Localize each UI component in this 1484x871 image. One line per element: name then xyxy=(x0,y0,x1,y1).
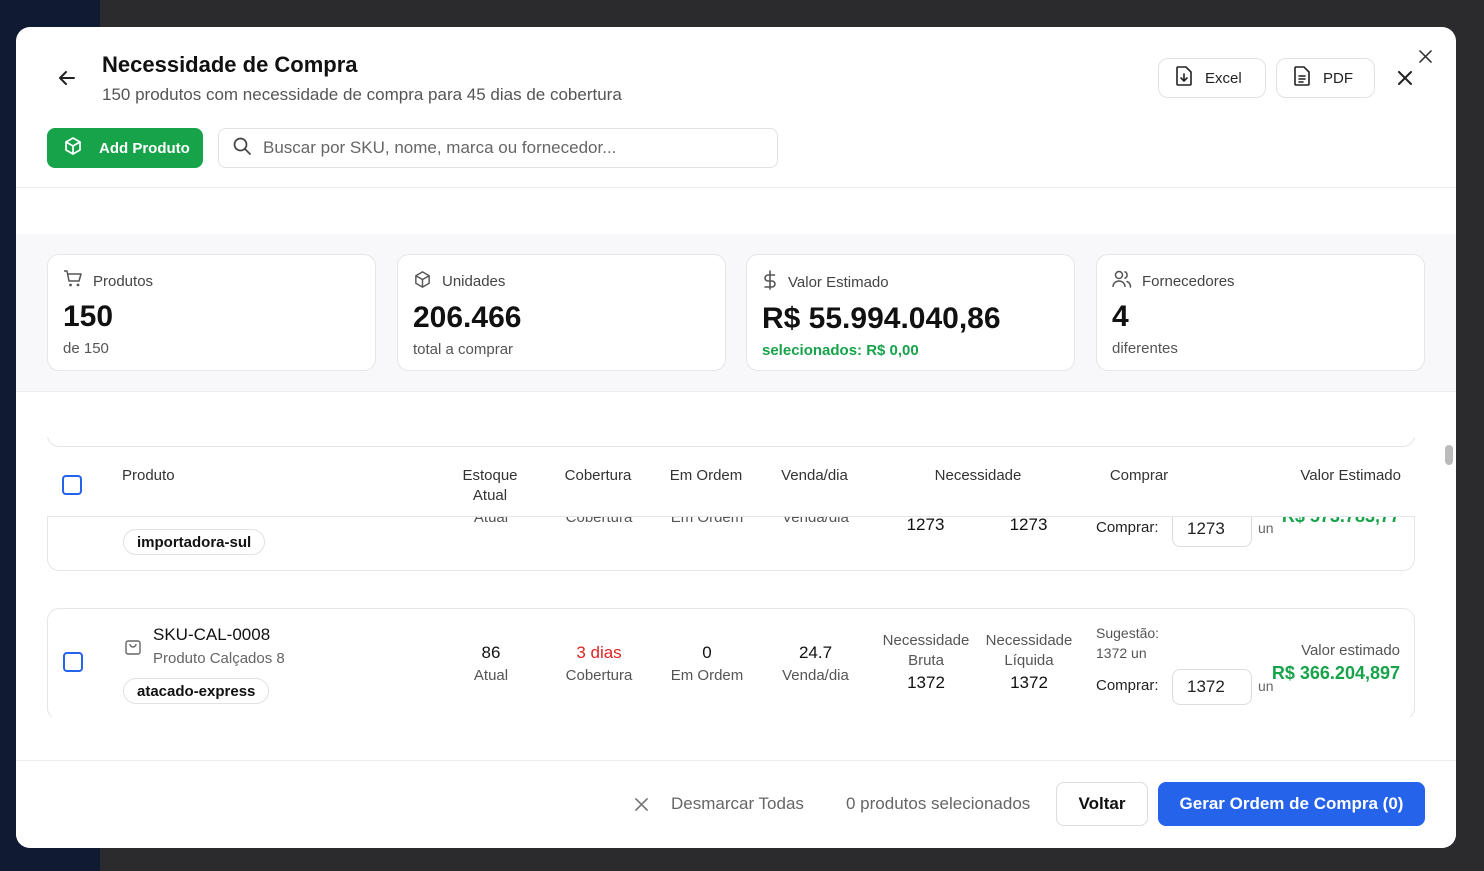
users-icon xyxy=(1112,270,1132,292)
suggestion-value: 1372 un xyxy=(1096,645,1147,661)
dollar-icon xyxy=(762,270,778,294)
export-pdf-button[interactable]: PDF xyxy=(1276,58,1375,98)
stat-sub-selected: selecionados: R$ 0,00 xyxy=(762,342,919,359)
search-input[interactable] xyxy=(263,138,743,158)
header-on-order: Em Ordem xyxy=(669,467,743,484)
header-coverage: Cobertura xyxy=(564,467,632,484)
clear-selection-icon[interactable] xyxy=(633,796,649,812)
clear-all-button[interactable]: Desmarcar Todas xyxy=(671,794,804,814)
page-title: Necessidade de Compra xyxy=(102,52,358,77)
header-stock: Estoque xyxy=(462,467,518,484)
select-all-checkbox[interactable] xyxy=(62,475,82,495)
unit-label: un xyxy=(1258,520,1274,536)
close-icon[interactable] xyxy=(1394,67,1416,89)
add-product-label: Add Produto xyxy=(99,139,190,157)
back-arrow-icon[interactable] xyxy=(54,65,80,91)
product-sku: SKU-CAL-0008 xyxy=(153,625,271,644)
stat-label: Produtos xyxy=(93,272,154,290)
table-row xyxy=(47,437,1415,447)
scrollbar-thumb[interactable] xyxy=(1445,445,1453,465)
package-icon xyxy=(63,136,83,160)
stat-label: Unidades xyxy=(442,273,506,290)
product-name: Produto Calçados 8 xyxy=(153,650,285,667)
pdf-label: PDF xyxy=(1323,69,1353,87)
stat-sub: diferentes xyxy=(1112,340,1178,357)
net-need-value: 1273 xyxy=(1009,515,1048,534)
box-icon xyxy=(413,270,432,293)
page-subtitle: 150 produtos com necessidade de compra p… xyxy=(102,85,622,104)
supplier-tag: importadora-sul xyxy=(123,529,266,555)
divider xyxy=(16,187,1456,188)
suggestion-label: Sugestão: xyxy=(1096,625,1160,641)
stat-value: 206.466 xyxy=(413,301,522,334)
sales-per-day-value: 24.7 xyxy=(798,643,833,662)
header-product: Produto xyxy=(122,467,175,484)
header-buy: Comprar xyxy=(1109,467,1169,484)
row-checkbox[interactable] xyxy=(63,652,83,672)
header-stock-2: Atual xyxy=(472,487,508,504)
purchase-need-modal: Necessidade de Compra 150 produtos com n… xyxy=(16,27,1456,848)
gross-need-value: 1372 xyxy=(907,673,945,692)
stat-label: Valor Estimado xyxy=(788,273,889,291)
net-need-label: Necessidade xyxy=(985,632,1073,649)
stat-value: 150 xyxy=(63,300,114,333)
table-scrollbar[interactable] xyxy=(1444,437,1454,717)
generate-purchase-order-button[interactable]: Gerar Ordem de Compra (0) xyxy=(1158,782,1425,826)
cart-icon xyxy=(63,270,83,292)
export-excel-button[interactable]: Excel xyxy=(1158,58,1266,98)
back-button[interactable]: Voltar xyxy=(1056,782,1148,826)
stock-value: 86 xyxy=(481,643,501,662)
coverage-label: Cobertura xyxy=(565,667,633,684)
search-box[interactable] xyxy=(218,128,778,168)
stat-card-estimated-value: Valor Estimado R$ 55.994.040,86 selecion… xyxy=(746,254,1075,371)
stat-sub: de 150 xyxy=(63,340,109,357)
stat-sub: total a comprar xyxy=(413,341,514,358)
table-header: Produto Estoque Atual Cobertura Em Ordem… xyxy=(47,447,1415,517)
stat-card-suppliers: Fornecedores 4 diferentes xyxy=(1096,254,1425,371)
stock-label: Atual xyxy=(473,667,509,684)
net-need-label-2: Líquida xyxy=(1004,652,1054,669)
file-download-icon xyxy=(1175,66,1193,90)
gross-need-value: 1273 xyxy=(906,515,945,534)
shopping-bag-icon xyxy=(123,636,143,661)
header-estimated-value: Valor Estimado xyxy=(1300,467,1401,484)
products-table[interactable]: importadora-sul Atual Cobertura Em Ordem… xyxy=(47,437,1415,717)
stat-label: Fornecedores xyxy=(1142,272,1235,290)
stat-value: R$ 55.994.040,86 xyxy=(762,302,1001,335)
supplier-tag: atacado-express xyxy=(123,678,270,704)
excel-label: Excel xyxy=(1205,69,1242,87)
gross-need-label-2: Bruta xyxy=(908,652,944,669)
coverage-value: 3 dias xyxy=(576,643,622,662)
header-need: Necessidade xyxy=(934,467,1022,484)
on-order-value: 0 xyxy=(702,643,712,662)
on-order-label: Em Ordem xyxy=(670,667,744,684)
stat-card-units: Unidades 206.466 total a comprar xyxy=(397,254,726,371)
gross-need-label: Necessidade xyxy=(882,632,970,649)
file-text-icon xyxy=(1293,66,1311,90)
estimated-value: R$ 366.204,897 xyxy=(1271,663,1400,683)
add-product-button[interactable]: Add Produto xyxy=(47,128,203,168)
selected-count: 0 produtos selecionados xyxy=(846,794,1031,813)
estimated-value-label: Valor estimado xyxy=(1301,642,1400,659)
header-sales-per-day: Venda/dia xyxy=(781,467,848,484)
buy-label: Comprar: xyxy=(1096,519,1159,536)
table-row[interactable]: SKU-CAL-0008 Produto Calçados 8 atacado-… xyxy=(47,608,1415,717)
stat-card-products: Produtos 150 de 150 xyxy=(47,254,376,371)
sales-per-day-label: Venda/dia xyxy=(782,667,849,684)
search-icon xyxy=(233,137,251,160)
net-need-value: 1372 xyxy=(1010,673,1048,692)
buy-label: Comprar: xyxy=(1096,677,1159,694)
buy-quantity-input[interactable] xyxy=(1172,669,1252,705)
stat-value: 4 xyxy=(1112,300,1129,333)
modal-close-icon[interactable] xyxy=(1416,47,1434,65)
